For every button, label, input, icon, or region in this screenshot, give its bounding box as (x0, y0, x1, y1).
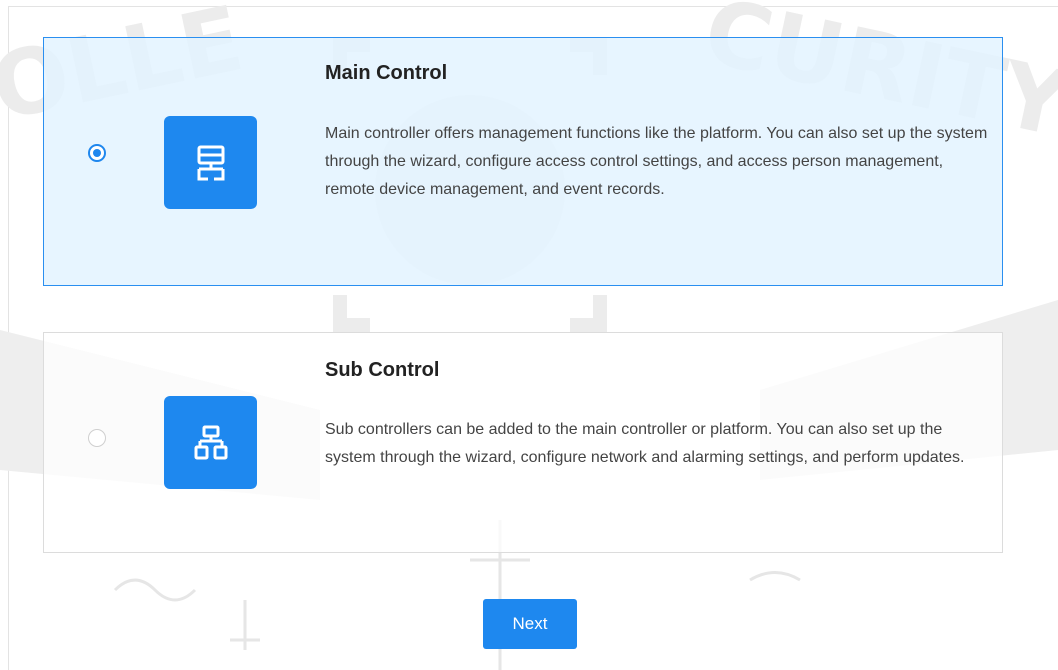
sub-control-description: Sub controllers can be added to the main… (325, 421, 965, 466)
option-card-main-control[interactable]: Main Control Main controller offers mana… (43, 37, 1003, 286)
main-control-radio[interactable] (88, 144, 106, 162)
main-control-icon-box (164, 116, 257, 209)
next-button[interactable]: Next (483, 599, 577, 649)
sub-control-title: Sub Control (325, 359, 440, 381)
network-hierarchy-icon (197, 145, 224, 180)
main-control-description: Main controller offers management functi… (325, 125, 988, 198)
sub-control-radio[interactable] (88, 429, 106, 447)
main-control-title: Main Control (325, 62, 448, 84)
sub-control-icon-box (164, 396, 257, 489)
option-card-sub-control[interactable]: Sub Control Sub controllers can be added… (43, 332, 1003, 553)
network-tree-icon (194, 425, 227, 459)
